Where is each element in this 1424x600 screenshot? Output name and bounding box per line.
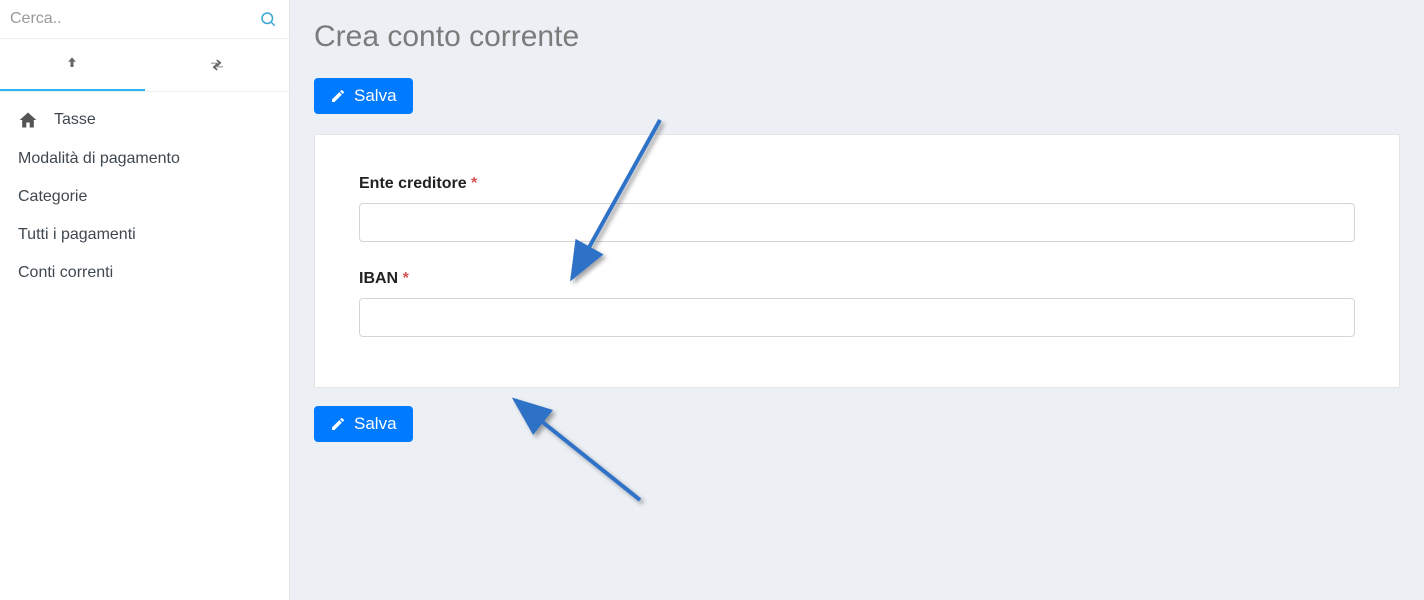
main-content: Crea conto corrente Salva Ente creditore… — [290, 0, 1424, 600]
sidebar-item-tasse[interactable]: Tasse — [0, 100, 289, 140]
save-button-bottom[interactable]: Salva — [314, 406, 413, 442]
required-asterisk: * — [471, 175, 477, 192]
sidebar-item-label: Tasse — [54, 111, 96, 129]
form-group-ente-creditore: Ente creditore * — [359, 175, 1355, 242]
search-wrap — [0, 0, 289, 39]
sidebar-tabs — [0, 39, 289, 92]
form-group-iban: IBAN * — [359, 270, 1355, 337]
search-icon — [259, 10, 277, 28]
form-card: Ente creditore * IBAN * — [314, 134, 1400, 388]
ente-creditore-label: Ente creditore * — [359, 175, 1355, 193]
sync-icon — [208, 56, 226, 74]
label-text: IBAN — [359, 270, 398, 287]
sidebar-item-categorie[interactable]: Categorie — [0, 178, 289, 216]
ente-creditore-field[interactable] — [359, 203, 1355, 242]
sidebar-item-modalita-pagamento[interactable]: Modalità di pagamento — [0, 140, 289, 178]
sidebar-item-label: Categorie — [18, 188, 87, 206]
tab-sync[interactable] — [145, 39, 290, 91]
sidebar-item-label: Modalità di pagamento — [18, 150, 180, 168]
sidebar-item-conti-correnti[interactable]: Conti correnti — [0, 254, 289, 292]
edit-icon — [330, 88, 346, 104]
page-title: Crea conto corrente — [314, 20, 1400, 54]
save-button-label: Salva — [354, 414, 397, 434]
iban-field[interactable] — [359, 298, 1355, 337]
tab-upload[interactable] — [0, 39, 145, 91]
sidebar-nav: Tasse Modalità di pagamento Categorie Tu… — [0, 92, 289, 292]
sidebar-item-tutti-pagamenti[interactable]: Tutti i pagamenti — [0, 216, 289, 254]
label-text: Ente creditore — [359, 175, 467, 192]
sidebar-item-label: Tutti i pagamenti — [18, 226, 136, 244]
home-icon — [18, 110, 38, 130]
iban-label: IBAN * — [359, 270, 1355, 288]
save-button-top[interactable]: Salva — [314, 78, 413, 114]
edit-icon — [330, 416, 346, 432]
search-input[interactable] — [0, 0, 289, 38]
required-asterisk: * — [403, 270, 409, 287]
upload-arrow-icon — [63, 55, 81, 73]
save-button-label: Salva — [354, 86, 397, 106]
sidebar: Tasse Modalità di pagamento Categorie Tu… — [0, 0, 290, 600]
sidebar-item-label: Conti correnti — [18, 264, 113, 282]
